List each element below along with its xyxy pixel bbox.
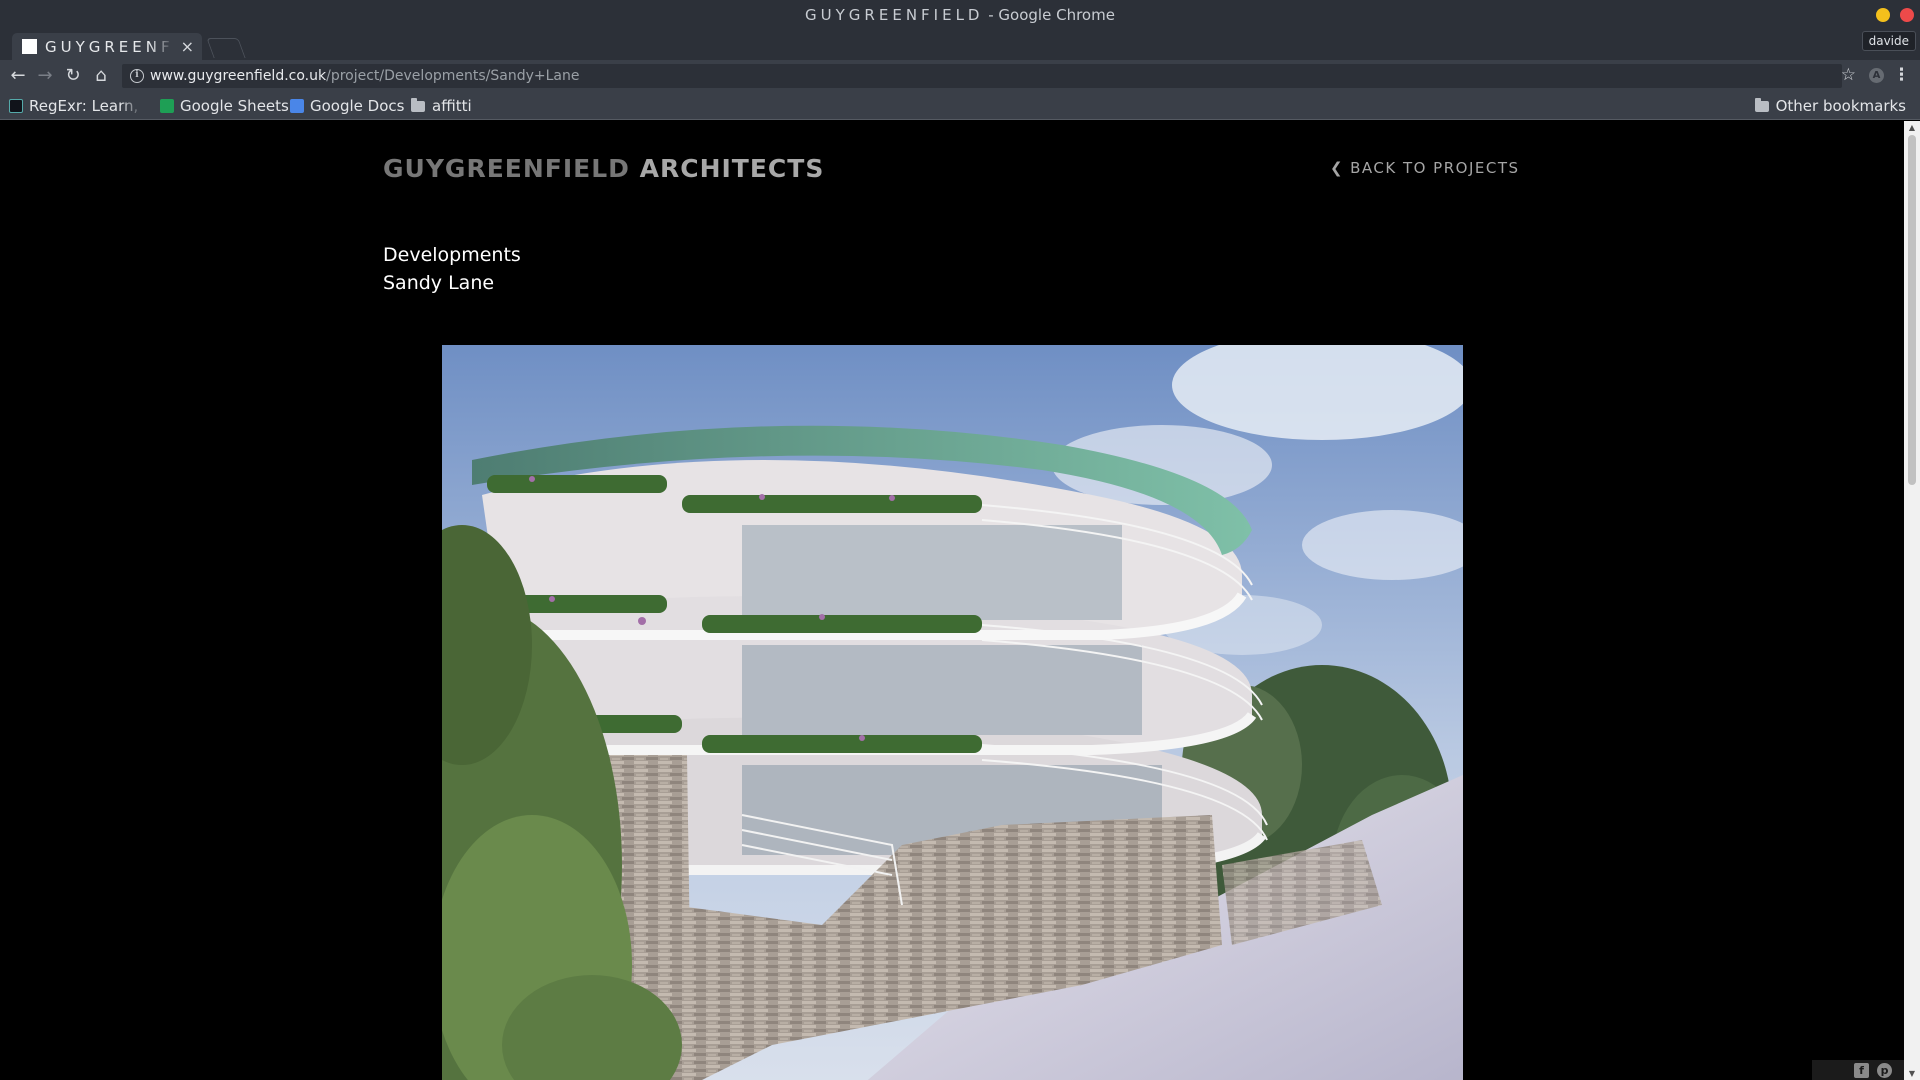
project-name: Sandy Lane	[383, 272, 495, 294]
bookmark-google-sheets[interactable]: Google Sheets	[160, 96, 289, 116]
forward-arrow-icon[interactable]: →	[32, 64, 58, 88]
close-window-button[interactable]	[1900, 8, 1914, 22]
other-bookmarks-label: Other bookmarks	[1775, 97, 1906, 115]
bookmark-google-docs[interactable]: Google Docs	[290, 96, 404, 116]
address-bar[interactable]: i www.guygreenfield.co.uk/project/Develo…	[122, 64, 1842, 88]
bookmark-star-icon[interactable]: ☆	[1841, 65, 1856, 85]
back-arrow-icon[interactable]: ←	[5, 64, 31, 88]
extension-icon[interactable]: A	[1869, 68, 1884, 83]
regexr-icon	[9, 99, 23, 113]
scroll-up-icon[interactable]: ▲	[1904, 123, 1920, 132]
home-icon[interactable]: ⌂	[88, 64, 114, 88]
logo-architects: ARCHITECTS	[639, 154, 825, 183]
new-tab-button[interactable]	[206, 38, 246, 58]
project-category: Developments	[383, 244, 521, 266]
scrollbar-thumb[interactable]	[1908, 135, 1916, 485]
tab-favicon-icon	[22, 39, 37, 54]
back-arrow-icon: ❮	[1330, 159, 1345, 177]
minimize-button[interactable]	[1876, 8, 1890, 22]
url-path: /project/Developments/Sandy+Lane	[326, 68, 580, 84]
bookmark-folder-affitti[interactable]: affitti	[411, 96, 472, 116]
tab-close-icon[interactable]: ×	[181, 37, 194, 56]
folder-icon	[411, 97, 425, 112]
url-host: www.guygreenfield.co.uk	[150, 68, 327, 84]
page-viewport: GUYGREENFIELD ARCHITECTS ❮ BACK TO PROJEC…	[0, 121, 1904, 1080]
pinterest-icon[interactable]: p	[1877, 1062, 1892, 1078]
other-bookmarks-folder[interactable]: Other bookmarks	[1754, 96, 1906, 116]
logo-name: GUYGREENFIELD	[383, 154, 640, 183]
scroll-down-icon[interactable]: ▼	[1904, 1069, 1920, 1078]
google-docs-icon	[290, 99, 304, 113]
tab-guygreenfield[interactable]: GUYGREENFIELD ×	[12, 33, 202, 60]
bookmarks-bar: RegExr: Learn, Build, & Test RegEx Googl…	[0, 92, 1920, 120]
site-logo[interactable]: GUYGREENFIELD ARCHITECTS	[383, 154, 824, 183]
building-render-illustration	[442, 345, 1463, 1080]
bookmark-label: affitti	[432, 97, 472, 115]
bookmark-label: Google Sheets	[180, 97, 289, 115]
tab-title: GUYGREENFIELD	[45, 37, 175, 56]
back-to-projects-label: BACK TO PROJECTS	[1350, 159, 1520, 177]
back-to-projects-link[interactable]: ❮ BACK TO PROJECTS	[1330, 159, 1520, 177]
chrome-menu-icon[interactable]: ⋮	[1893, 65, 1910, 85]
url-text[interactable]: www.guygreenfield.co.uk/project/Developm…	[150, 68, 580, 84]
bookmark-regexr[interactable]: RegExr: Learn, Build, & Test RegEx	[9, 96, 143, 116]
page-scrollbar[interactable]: ▲ ▼	[1904, 121, 1920, 1080]
google-sheets-icon	[160, 99, 174, 113]
window-title-suffix: - Google Chrome	[983, 6, 1115, 24]
folder-icon	[1754, 97, 1769, 112]
window-title-brand: GUYGREENFIELD	[805, 6, 984, 24]
profile-button[interactable]: davide	[1861, 31, 1916, 51]
bookmark-label: RegExr: Learn, Build, & Test RegEx	[29, 97, 143, 115]
facebook-icon[interactable]: f	[1854, 1062, 1869, 1078]
browser-toolbar: ← → ↻ ⌂ i www.guygreenfield.co.uk/projec…	[0, 60, 1920, 92]
bookmark-label: Google Docs	[310, 97, 405, 115]
tab-strip: GUYGREENFIELD ×	[0, 30, 1920, 60]
share-box: f p	[1812, 1060, 1904, 1080]
window-titlebar: GUYGREENFIELD - Google Chrome	[0, 0, 1920, 30]
reload-icon[interactable]: ↻	[60, 64, 86, 88]
project-image[interactable]	[442, 345, 1463, 1080]
site-info-icon[interactable]: i	[130, 69, 144, 83]
